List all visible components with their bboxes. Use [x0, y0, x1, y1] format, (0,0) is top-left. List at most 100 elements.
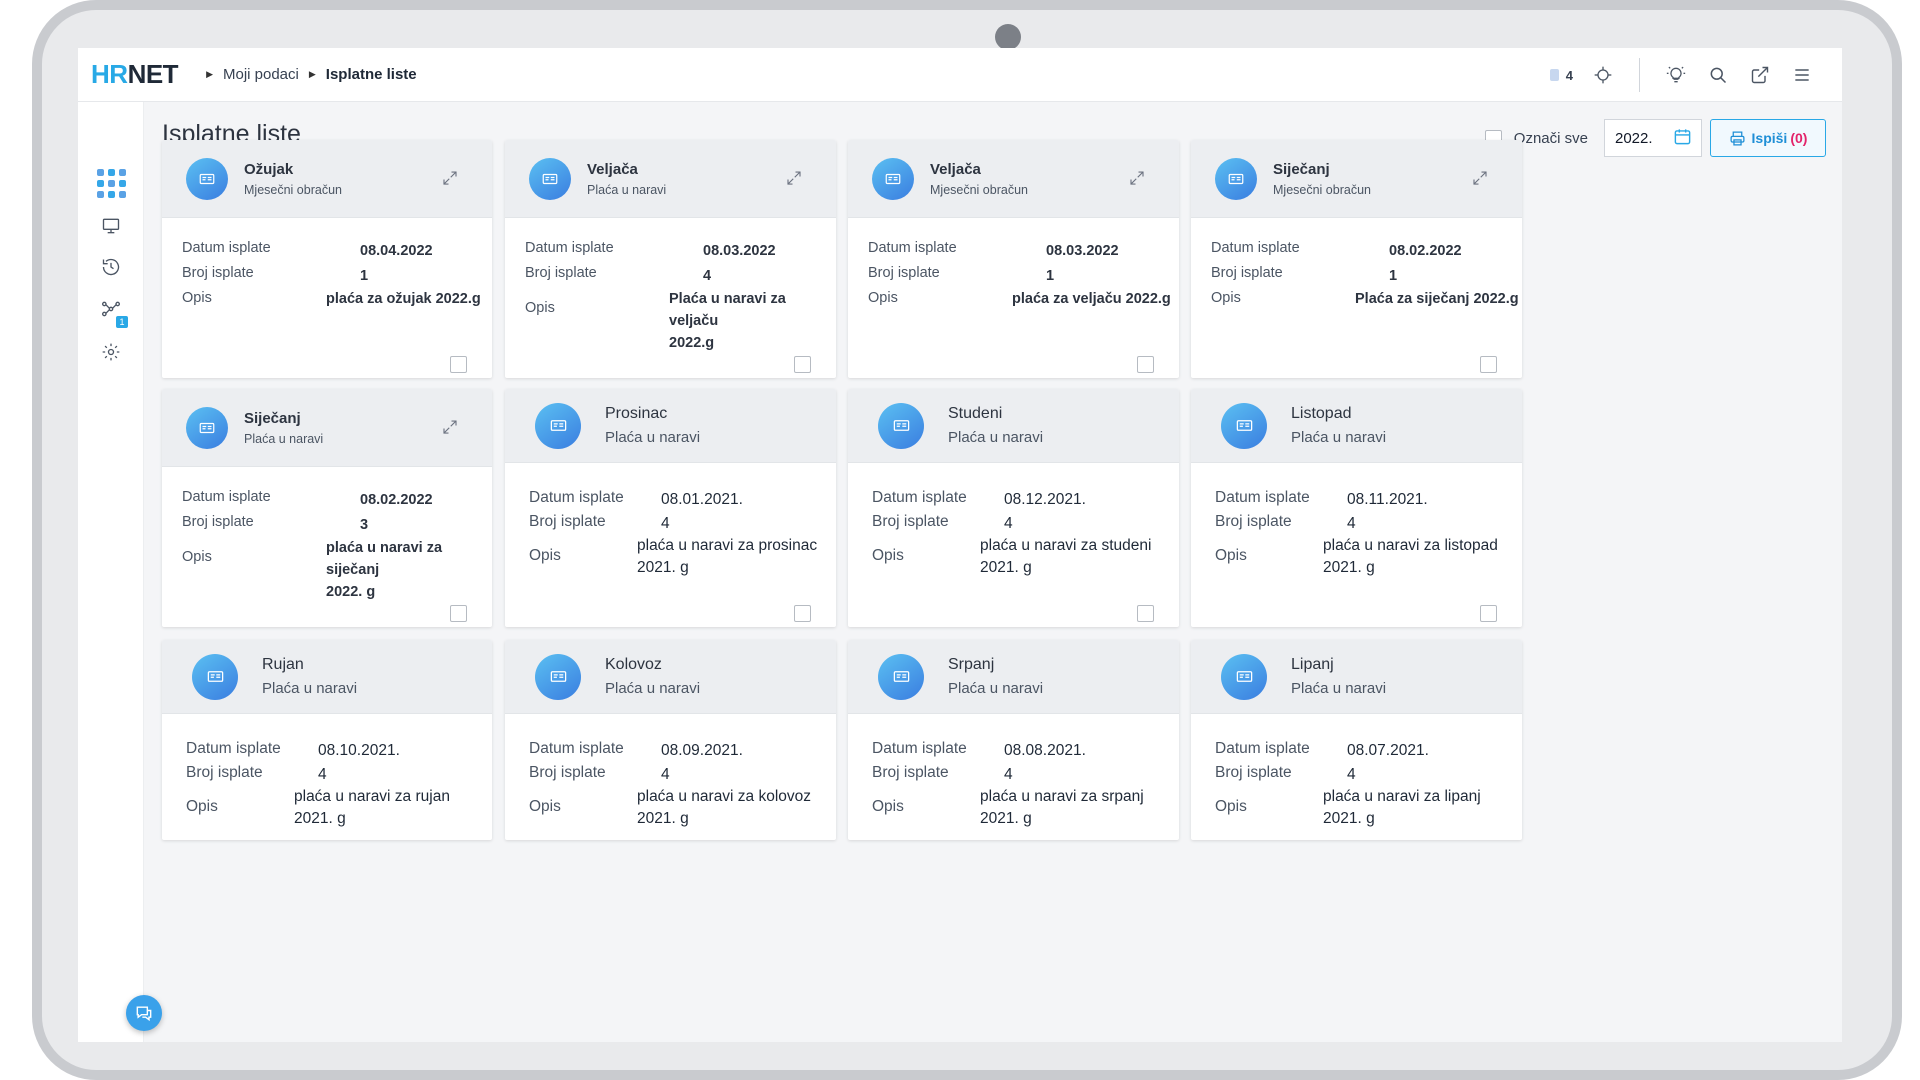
number-label: Broj isplate — [1211, 265, 1283, 281]
notification-count: 4 — [1565, 67, 1573, 83]
payslip-icon — [199, 173, 215, 184]
expand-icon[interactable] — [1471, 169, 1489, 187]
card-header: Siječanj Mjesečni obračun — [1191, 140, 1522, 218]
number-value: 4 — [1347, 766, 1356, 783]
card-type: Mjesečni obračun — [244, 182, 342, 197]
payslip-icon — [550, 671, 566, 682]
date-row: Datum isplate 08.03.2022 — [525, 240, 776, 262]
print-button[interactable]: Ispiši (0) — [1710, 119, 1826, 157]
desc-value: Plaća u naravi za veljaču 2022.g — [669, 288, 836, 354]
payslip-card[interactable]: Veljača Mjesečni obračun Datum isplate 08.0… — [848, 140, 1179, 378]
card-checkbox[interactable] — [1480, 605, 1497, 622]
card-month: Prosinac — [605, 405, 668, 422]
payslip-card[interactable]: Siječanj Plaća u naravi Datum isplate 08.02… — [162, 389, 492, 627]
number-value: 1 — [1389, 268, 1398, 284]
menu-icon[interactable] — [1790, 63, 1814, 87]
apps-grid-icon[interactable] — [96, 168, 126, 198]
desc-value: plaća u naravi za lipanj 2021. g — [1323, 786, 1481, 830]
payslip-card[interactable]: Studeni Plaća u naravi Datum isplate 08.12.… — [848, 389, 1179, 627]
desc-value: plaća u naravi za studeni 2021. g — [980, 535, 1151, 579]
notification-counter[interactable]: 4 — [1549, 67, 1573, 83]
desc-line: plaća u naravi za siječanj — [326, 540, 443, 578]
card-checkbox[interactable] — [794, 605, 811, 622]
chat-icon — [136, 1006, 152, 1022]
date-label: Datum isplate — [872, 740, 967, 757]
card-type: Plaća u naravi — [605, 680, 701, 697]
printer-icon — [1730, 130, 1745, 146]
date-row: Datum isplate 08.02.2022 — [1211, 240, 1462, 262]
desc-value: plaća u naravi za rujan 2021. g — [294, 786, 450, 830]
payslip-icon — [550, 420, 566, 431]
card-checkbox[interactable] — [1480, 356, 1497, 373]
date-value: 08.12.2021. — [1004, 491, 1086, 508]
card-month: Listopad — [1291, 405, 1352, 422]
desc-value: plaća u naravi za kolovoz 2021. g — [637, 786, 811, 830]
card-header: Listopad Plaća u naravi — [1191, 389, 1522, 463]
payslip-card[interactable]: Ožujak Mjesečni obračun Datum isplate 08.04… — [162, 140, 492, 378]
monitor-icon[interactable] — [98, 213, 124, 239]
number-row: Broj isplate 4 — [525, 265, 711, 287]
notification-icon — [1549, 69, 1559, 81]
breadcrumb-moji-podaci[interactable]: Moji podaci — [223, 66, 299, 83]
date-row: Datum isplate 08.08.2021. — [872, 740, 1086, 762]
number-value: 4 — [318, 766, 327, 783]
select-all-label[interactable]: Označi sve — [1514, 130, 1588, 147]
logo-net-text: NET — [127, 59, 179, 89]
payslip-card[interactable]: Rujan Plaća u naravi Datum isplate 08.10.20… — [162, 640, 492, 840]
history-icon[interactable] — [98, 254, 124, 280]
date-row: Datum isplate 08.09.2021. — [529, 740, 743, 762]
card-checkbox[interactable] — [1137, 605, 1154, 622]
expand-icon[interactable] — [441, 169, 459, 187]
hrnet-logo[interactable]: HR NET — [91, 59, 179, 90]
payslip-card[interactable]: Veljača Plaća u naravi Datum isplate 08.03.… — [505, 140, 836, 378]
card-month: Kolovoz — [605, 656, 662, 673]
date-value: 08.08.2021. — [1004, 742, 1086, 759]
card-header: Srpanj Plaća u naravi — [848, 640, 1179, 714]
card-avatar — [878, 402, 924, 449]
target-icon[interactable] — [1591, 63, 1615, 87]
card-checkbox[interactable] — [1137, 356, 1154, 373]
payslip-card[interactable]: Prosinac Plaća u naravi Datum isplate 08.01… — [505, 389, 836, 627]
card-month: Rujan — [262, 656, 304, 673]
chat-button[interactable] — [126, 995, 162, 1031]
desc-line: 2021. g — [980, 810, 1032, 827]
number-row: Broj isplate 1 — [182, 265, 368, 287]
card-header: Kolovoz Plaća u naravi — [505, 640, 836, 714]
number-row: Broj isplate 4 — [186, 764, 327, 786]
number-row: Broj isplate 4 — [1215, 513, 1356, 535]
payslip-card[interactable]: Lipanj Plaća u naravi Datum isplate 08.07.2… — [1191, 640, 1522, 840]
payslip-card[interactable]: Listopad Plaća u naravi Datum isplate 08.11… — [1191, 389, 1522, 627]
org-chart-icon[interactable]: 1 — [98, 296, 128, 328]
expand-icon[interactable] — [1128, 169, 1146, 187]
number-label: Broj isplate — [872, 764, 949, 781]
settings-icon[interactable] — [98, 339, 124, 365]
number-value: 3 — [360, 517, 369, 533]
card-checkbox[interactable] — [794, 356, 811, 373]
desc-value: plaća u naravi za siječanj 2022. g — [326, 537, 492, 603]
payslip-card[interactable]: Kolovoz Plaća u naravi Datum isplate 08.09.… — [505, 640, 836, 840]
number-value: 4 — [1004, 515, 1013, 532]
number-label: Broj isplate — [872, 513, 949, 530]
date-label: Datum isplate — [525, 240, 614, 256]
number-row: Broj isplate 4 — [872, 764, 1013, 786]
desc-line: plaća u naravi za listopad — [1323, 537, 1498, 554]
expand-icon[interactable] — [785, 169, 803, 187]
card-checkbox[interactable] — [450, 356, 467, 373]
expand-icon[interactable] — [441, 418, 459, 436]
payslip-card[interactable]: Srpanj Plaća u naravi Datum isplate 08.08.2… — [848, 640, 1179, 840]
search-icon[interactable] — [1706, 63, 1730, 87]
card-month: Studeni — [948, 405, 1003, 422]
number-value: 1 — [360, 268, 369, 284]
lightbulb-icon[interactable] — [1664, 63, 1688, 87]
card-checkbox[interactable] — [450, 605, 467, 622]
payslip-card[interactable]: Siječanj Mjesečni obračun Datum isplate 08.… — [1191, 140, 1522, 378]
card-header: Lipanj Plaća u naravi — [1191, 640, 1522, 714]
card-avatar — [192, 653, 238, 700]
year-picker[interactable]: 2022. — [1604, 119, 1702, 157]
desc-value: plaća u naravi za srpanj 2021. g — [980, 786, 1144, 830]
external-link-icon[interactable] — [1748, 63, 1772, 87]
calendar-icon[interactable] — [1673, 127, 1692, 150]
number-value: 1 — [1046, 268, 1055, 284]
desc-line: 2022. g — [326, 584, 376, 600]
payslip-icon — [885, 173, 901, 184]
